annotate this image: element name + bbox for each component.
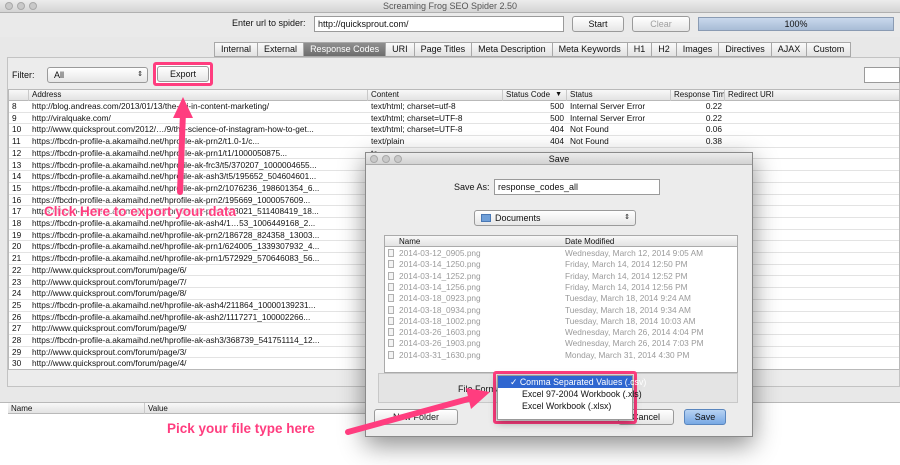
filetype-arrow-icon <box>345 395 475 435</box>
annotation-arrows <box>173 97 490 435</box>
export-callout: Click Here to export your data <box>44 204 237 219</box>
export-arrow-icon <box>177 109 186 195</box>
filetype-arrowhead-icon <box>466 388 490 409</box>
filetype-callout: Pick your file type here <box>167 421 315 436</box>
export-arrowhead-icon <box>173 97 193 118</box>
